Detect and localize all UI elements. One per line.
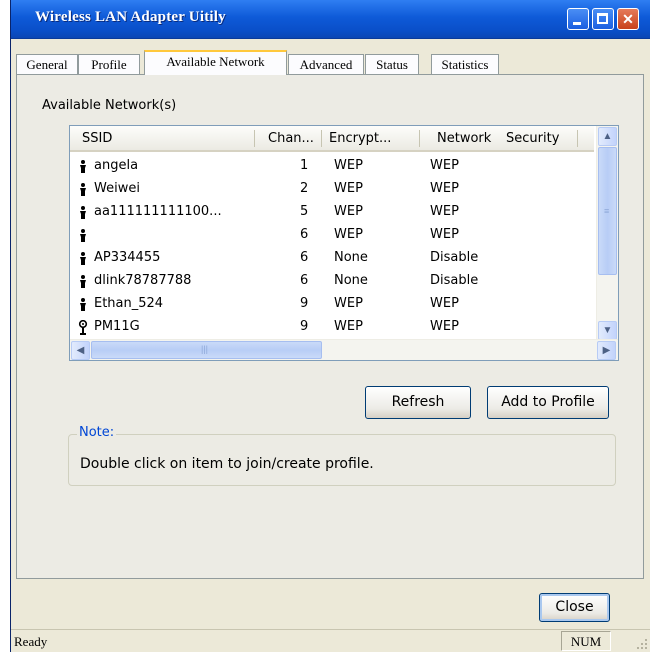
network-list[interactable]: SSID Chan... Encrypt... Network Security… [69,125,619,361]
list-header: SSID Chan... Encrypt... Network Security [70,126,594,152]
network-row[interactable]: PM11G 9 WEP WEP [70,316,594,339]
network-row[interactable]: angela 1 WEP WEP [70,155,594,178]
scroll-up-button[interactable]: ▲ [598,127,617,146]
refresh-button[interactable]: Refresh [365,386,471,419]
chevron-up-icon: ▲ [602,131,613,142]
network-row[interactable]: Weiwei 2 WEP WEP [70,178,594,201]
status-bar: Ready NUM [11,629,650,652]
chevron-down-icon: ▼ [602,325,613,336]
close-icon: ✕ [622,11,634,27]
person-icon [80,298,86,311]
grip-icon: ≡ [604,206,610,216]
ssid-cell: Weiwei [94,181,140,196]
note-title: Note: [77,425,117,440]
column-header-encryption[interactable]: Encrypt... [329,131,391,146]
vertical-scrollbar[interactable]: ▲ ≡ ▼ [596,126,618,341]
encryption-cell: None [334,250,368,265]
bottom-button-bar: Close [11,579,650,629]
available-networks-label: Available Network(s) [42,98,177,113]
maximize-button[interactable] [592,8,614,30]
person-icon [80,229,86,242]
status-text: Ready [14,634,48,649]
scroll-left-button[interactable]: ◀ [71,341,90,360]
network-cell: WEP [430,227,459,242]
minimize-button[interactable] [567,8,589,30]
network-cell: WEP [430,296,459,311]
close-button[interactable]: Close [539,593,610,622]
network-cell: WEP [430,319,459,334]
encryption-cell: WEP [334,227,363,242]
column-header-security[interactable]: Security [506,131,559,146]
tab-advanced[interactable]: Advanced [288,54,364,74]
ssid-cell: AP334455 [94,250,161,265]
column-divider[interactable] [419,130,420,147]
chevron-left-icon: ◀ [76,345,85,356]
column-header-ssid[interactable]: SSID [82,131,112,146]
network-cell: Disable [430,273,479,288]
column-divider[interactable] [254,130,255,147]
network-cell: WEP [430,181,459,196]
close-window-button[interactable]: ✕ [617,8,639,30]
network-row[interactable]: AP334455 6 None Disable [70,247,594,270]
ssid-cell: angela [94,158,139,173]
network-row[interactable]: 6 WEP WEP [70,224,594,247]
column-divider[interactable] [577,130,578,147]
person-icon [80,160,86,173]
horizontal-scroll-thumb[interactable]: ||| [91,341,322,359]
note-text: Double click on item to join/create prof… [80,456,374,472]
ssid-cell: aa111111111100... [94,204,222,219]
column-header-network[interactable]: Network [437,131,491,146]
access-point-icon [78,320,88,335]
tab-available-network[interactable]: Available Network [144,50,287,75]
channel-cell: 9 [300,319,309,334]
channel-cell: 2 [300,181,309,196]
minimize-icon [573,22,581,25]
horizontal-scrollbar[interactable]: ◀ ||| ▶ [70,339,618,360]
channel-cell: 9 [300,296,309,311]
encryption-cell: WEP [334,319,363,334]
resize-grip-icon[interactable] [636,638,648,650]
tab-status[interactable]: Status [365,54,419,74]
scroll-right-button[interactable]: ▶ [597,341,616,360]
maximize-icon [597,13,608,24]
ssid-cell: Ethan_524 [94,296,164,311]
tab-profile[interactable]: Profile [78,54,140,74]
network-cell: WEP [430,158,459,173]
network-row[interactable]: dlink78787788 6 None Disable [70,270,594,293]
encryption-cell: WEP [334,204,363,219]
add-to-profile-button[interactable]: Add to Profile [487,386,609,419]
encryption-cell: None [334,273,368,288]
scroll-down-button[interactable]: ▼ [598,321,617,340]
column-divider[interactable] [321,130,322,147]
num-lock-indicator: NUM [561,631,611,651]
tab-statistics[interactable]: Statistics [431,54,499,74]
ssid-cell: dlink78787788 [94,273,192,288]
network-cell: Disable [430,250,479,265]
person-icon [80,275,86,288]
channel-cell: 1 [300,158,309,173]
window-title: Wireless LAN Adapter Uitily [35,9,226,25]
encryption-cell: WEP [334,158,363,173]
tab-general[interactable]: General [16,54,78,74]
vertical-scroll-thumb[interactable]: ≡ [598,147,617,275]
chevron-right-icon: ▶ [602,345,611,356]
channel-cell: 6 [300,227,309,242]
person-icon [80,183,86,196]
network-cell: WEP [430,204,459,219]
network-row[interactable]: Ethan_524 9 WEP WEP [70,293,594,316]
person-icon [80,206,86,219]
grip-icon: ||| [201,344,209,354]
person-icon [80,252,86,265]
channel-cell: 5 [300,204,309,219]
encryption-cell: WEP [334,296,363,311]
channel-cell: 6 [300,250,309,265]
network-row[interactable]: aa111111111100... 5 WEP WEP [70,201,594,224]
column-header-channel[interactable]: Chan... [268,131,314,146]
title-bar[interactable]: Wireless LAN Adapter Uitily ✕ [11,0,650,39]
app-window: Wireless LAN Adapter Uitily ✕ General Pr… [10,0,650,652]
ssid-cell: PM11G [94,319,140,334]
encryption-cell: WEP [334,181,363,196]
channel-cell: 6 [300,273,309,288]
